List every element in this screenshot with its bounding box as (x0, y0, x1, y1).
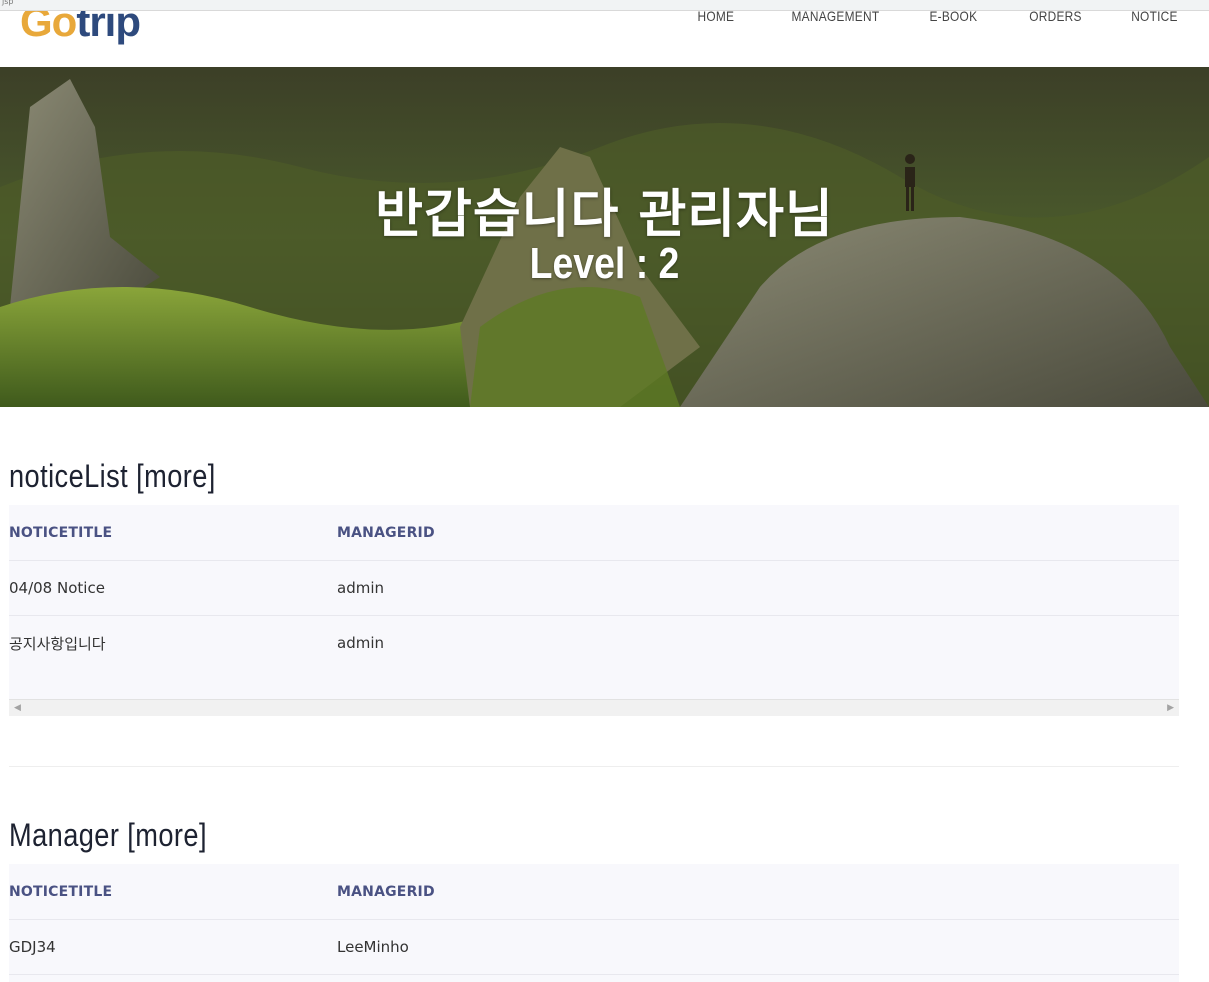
nav-orders[interactable]: ORDERS (1029, 11, 1081, 24)
logo-trip: trip (76, 11, 141, 45)
table-header-row: NOTICETITLE MANAGERID (9, 505, 1179, 561)
notice-section-title[interactable]: noticeList [more] (9, 458, 216, 495)
manager-section-title[interactable]: Manager [more] (9, 817, 207, 854)
cell-managerid: admin (337, 579, 384, 597)
cell-managerid: LeeMinho (337, 938, 409, 956)
column-header-managerid: MANAGERID (337, 883, 435, 900)
hero-banner: 반갑습니다 관리자님 Level : 2 (0, 67, 1209, 407)
site-logo[interactable]: Gotrip (20, 11, 141, 46)
cell-managerid: admin (337, 634, 384, 652)
browser-top-strip: jsp (0, 0, 1209, 11)
column-header-noticetitle: NOTICETITLE (9, 883, 113, 900)
table-header-row: NOTICETITLE MANAGERID (9, 864, 1179, 920)
table-row[interactable]: 공지사항입니다 admin (9, 616, 1179, 670)
table-row[interactable]: GDJ34 LeeMinho (9, 920, 1179, 975)
table-row[interactable]: 04/08 Notice admin (9, 561, 1179, 616)
scroll-right-arrow-icon[interactable]: ▶ (1167, 703, 1174, 713)
nav-notice[interactable]: NOTICE (1132, 11, 1178, 24)
section-divider (9, 766, 1179, 767)
cell-noticetitle: 공지사항입니다 (9, 634, 106, 653)
scroll-left-arrow-icon[interactable]: ◀ (14, 703, 21, 713)
cell-noticetitle: 04/08 Notice (9, 579, 105, 597)
column-header-managerid: MANAGERID (337, 524, 435, 541)
manager-table: NOTICETITLE MANAGERID GDJ34 LeeMinho (9, 864, 1179, 982)
hero-greeting: 반갑습니다 관리자님 (375, 185, 834, 245)
nav-management[interactable]: MANAGEMENT (791, 11, 879, 24)
column-header-noticetitle: NOTICETITLE (9, 524, 113, 541)
site-header: Gotrip HOME MANAGEMENT E-BOOK ORDERS NOT… (0, 11, 1209, 67)
hero-level: Level : 2 (529, 239, 680, 288)
nav-home[interactable]: HOME (697, 11, 734, 24)
table-horizontal-scrollbar[interactable]: ◀ ▶ (9, 699, 1179, 716)
logo-go: Go (20, 11, 77, 45)
notice-table: NOTICETITLE MANAGERID 04/08 Notice admin… (9, 505, 1179, 699)
cell-noticetitle: GDJ34 (9, 938, 56, 956)
tab-fragment: jsp (2, 0, 14, 6)
main-nav: HOME MANAGEMENT E-BOOK ORDERS NOTICE (649, 11, 1178, 24)
nav-ebook[interactable]: E-BOOK (930, 11, 978, 24)
